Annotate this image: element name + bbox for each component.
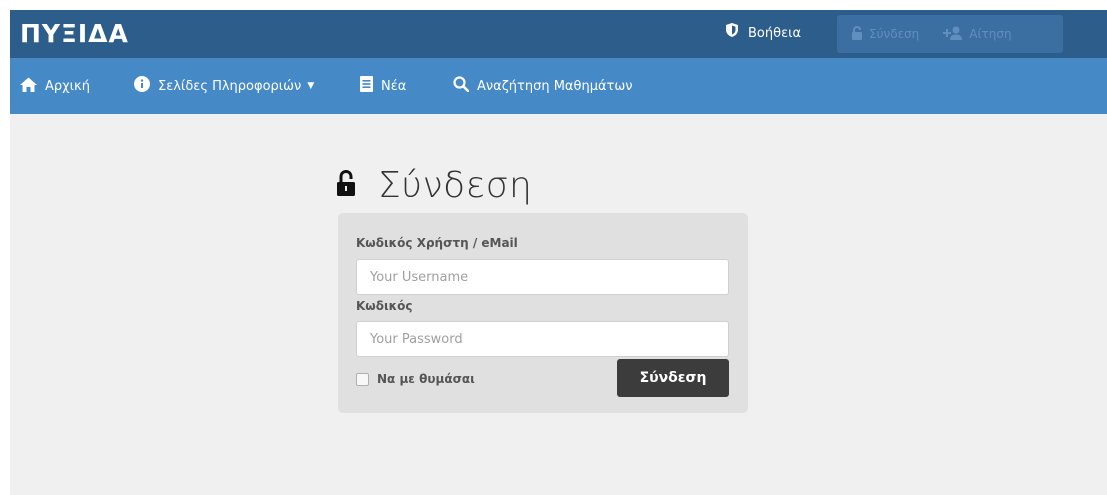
help-link[interactable]: Βοήθεια (724, 22, 801, 46)
shield-icon (724, 22, 748, 47)
submit-login-button[interactable]: Σύνδεση (617, 359, 729, 397)
password-input[interactable] (356, 321, 729, 357)
nav-item-home[interactable]: Αρχική (20, 58, 90, 114)
page-title: Σύνδεση (378, 164, 533, 206)
login-button[interactable]: Σύνδεση (851, 15, 919, 53)
login-label: Σύνδεση (869, 27, 920, 41)
help-label: Βοήθεια (748, 26, 802, 41)
news-icon (360, 76, 381, 96)
nav-label-info-pages: Σελίδες Πληροφοριών (158, 78, 302, 94)
home-icon (20, 77, 45, 96)
request-button[interactable]: Αίτηση (943, 15, 1012, 53)
nav-item-news[interactable]: Νέα (360, 58, 406, 114)
nav-label-course-search: Αναζήτηση Μαθημάτων (477, 78, 633, 94)
username-input[interactable] (356, 259, 729, 295)
lock-icon (851, 25, 869, 43)
login-heading: Σύνδεση (336, 155, 532, 215)
add-user-icon (943, 26, 969, 43)
login-form: Κωδικός Χρήστη / eMail Κωδικός Να με θυμ… (338, 213, 748, 413)
nav-label-home: Αρχική (45, 78, 90, 94)
page: ΠΥΞΙΔΑ Βοήθεια Σύνδεση Αίτηση Αρχική Σελ… (10, 10, 1107, 495)
info-icon (134, 76, 158, 96)
nav-label-news: Νέα (381, 78, 407, 94)
remember-me[interactable]: Να με θυμάσαι (356, 369, 475, 389)
chevron-down-icon: ▼ (307, 81, 315, 91)
username-label: Κωδικός Χρήστη / eMail (356, 236, 518, 250)
request-label: Αίτηση (969, 27, 1012, 41)
password-label: Κωδικός (356, 299, 413, 313)
search-icon (453, 76, 477, 96)
auth-button-group: Σύνδεση Αίτηση (837, 15, 1063, 53)
top-bar: ΠΥΞΙΔΑ Βοήθεια Σύνδεση Αίτηση (10, 10, 1107, 58)
main-nav: Αρχική Σελίδες Πληροφοριών ▼ Νέα Αναζήτη… (10, 58, 1107, 114)
nav-item-course-search[interactable]: Αναζήτηση Μαθημάτων (453, 58, 633, 114)
remember-label: Να με θυμάσαι (377, 372, 475, 386)
remember-checkbox[interactable] (356, 372, 369, 386)
brand-logo[interactable]: ΠΥΞΙΔΑ (20, 16, 129, 52)
nav-item-info-pages[interactable]: Σελίδες Πληροφοριών ▼ (134, 58, 314, 114)
lock-icon (336, 169, 356, 200)
